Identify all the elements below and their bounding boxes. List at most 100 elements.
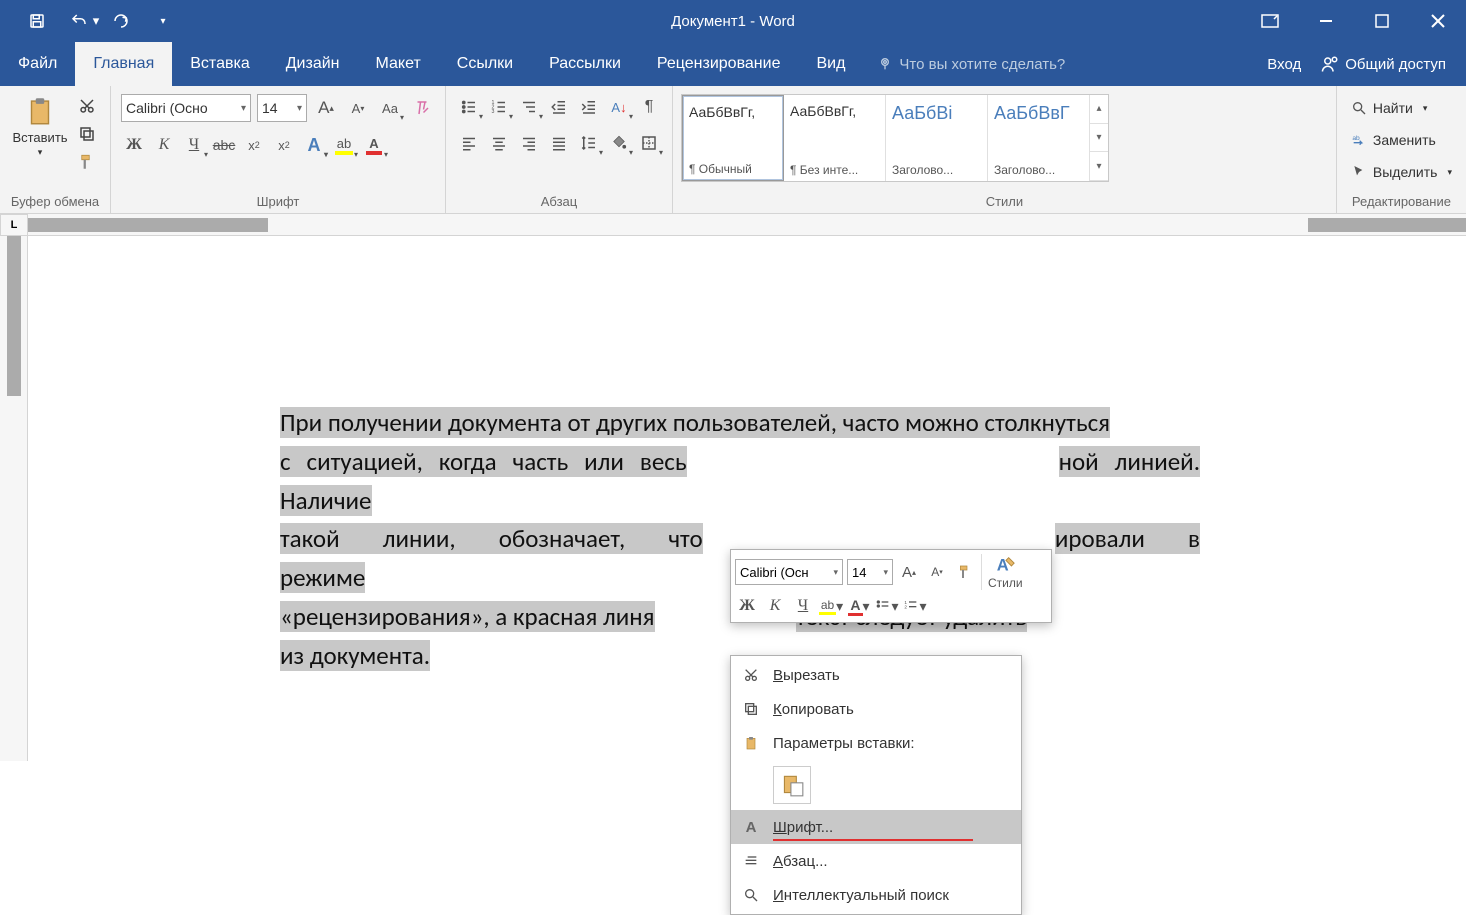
- search-icon: [741, 887, 761, 903]
- align-left-button[interactable]: [456, 130, 482, 156]
- sort-button[interactable]: А↓: [606, 94, 632, 120]
- mini-underline[interactable]: Ч: [791, 594, 815, 618]
- tab-file[interactable]: Файл: [0, 42, 75, 86]
- replace-button[interactable]: ab Заменить: [1351, 126, 1452, 154]
- paste-button[interactable]: Вставить ▾: [8, 90, 72, 158]
- signin-link[interactable]: Вход: [1267, 56, 1301, 73]
- mini-font-color[interactable]: A▾: [847, 594, 871, 618]
- save-button[interactable]: [16, 0, 58, 42]
- ctx-smart-lookup[interactable]: Интеллектуальный поиск: [731, 878, 1021, 912]
- horizontal-ruler[interactable]: [28, 214, 1466, 236]
- increase-indent-button[interactable]: [576, 94, 602, 120]
- font-color-button[interactable]: A: [361, 132, 387, 158]
- paragraph-icon: [741, 853, 761, 869]
- mini-numbering[interactable]: 12▾: [903, 594, 927, 618]
- tab-layout[interactable]: Макет: [358, 42, 439, 86]
- tab-home[interactable]: Главная: [75, 42, 172, 86]
- title-bar: ▾ ▾ Документ1 - Word: [0, 0, 1466, 42]
- paste-keep-source[interactable]: [773, 766, 811, 804]
- clear-formatting-button[interactable]: [409, 95, 435, 121]
- group-clipboard: Вставить ▾ Буфер обмена: [0, 86, 111, 213]
- document-text[interactable]: При получении документа от других пользо…: [280, 404, 1200, 675]
- font-size-combo[interactable]: 14▾: [257, 94, 307, 122]
- tab-design[interactable]: Дизайн: [268, 42, 358, 86]
- tab-references[interactable]: Ссылки: [439, 42, 531, 86]
- group-font: Calibri (Осно▾ 14▾ A▴ A▾ Aa Ж К Ч abc x2…: [111, 86, 446, 213]
- subscript-button[interactable]: x2: [241, 132, 267, 158]
- italic-button[interactable]: К: [151, 132, 177, 158]
- copy-button[interactable]: [74, 122, 100, 146]
- mini-format-painter[interactable]: [953, 560, 977, 584]
- shrink-font-button[interactable]: A▾: [345, 95, 371, 121]
- mini-shrink-font[interactable]: A▾: [925, 560, 949, 584]
- style-item[interactable]: АаБбВвГг,¶ Обычный: [682, 95, 784, 181]
- redo-button[interactable]: [100, 0, 142, 42]
- align-right-button[interactable]: [516, 130, 542, 156]
- document-page[interactable]: При получении документа от других пользо…: [110, 274, 1370, 715]
- borders-button[interactable]: [636, 130, 662, 156]
- svg-text:3: 3: [492, 109, 495, 115]
- format-painter-button[interactable]: [74, 150, 100, 174]
- style-item[interactable]: АаБбВіЗаголово...: [886, 95, 988, 181]
- align-center-button[interactable]: [486, 130, 512, 156]
- tab-selector[interactable]: L: [0, 214, 28, 236]
- tab-insert[interactable]: Вставка: [172, 42, 267, 86]
- minimize-button[interactable]: [1298, 0, 1354, 42]
- select-button[interactable]: Выделить▾: [1351, 158, 1452, 186]
- mini-font-size[interactable]: 14▾: [847, 559, 893, 585]
- mini-bullets[interactable]: ▾: [875, 594, 899, 618]
- bullets-button[interactable]: [456, 94, 482, 120]
- show-marks-button[interactable]: ¶: [636, 94, 662, 120]
- mini-font-name[interactable]: Calibri (Осн▾: [735, 559, 843, 585]
- bold-button[interactable]: Ж: [121, 132, 147, 158]
- undo-dropdown[interactable]: ▾: [92, 0, 100, 42]
- underline-button[interactable]: Ч: [181, 132, 207, 158]
- font-name-combo[interactable]: Calibri (Осно▾: [121, 94, 251, 122]
- tab-mailings[interactable]: Рассылки: [531, 42, 639, 86]
- find-button[interactable]: Найти▾: [1351, 94, 1452, 122]
- share-button[interactable]: Общий доступ: [1321, 55, 1446, 73]
- ctx-copy[interactable]: Копировать: [731, 692, 1021, 726]
- close-button[interactable]: [1410, 0, 1466, 42]
- change-case-button[interactable]: Aa: [377, 95, 403, 121]
- styles-scroll[interactable]: ▴▾▾: [1090, 95, 1108, 181]
- ribbon-display-options[interactable]: [1242, 0, 1298, 42]
- tell-me-search[interactable]: Что вы хотите сделать?: [863, 42, 1065, 86]
- decrease-indent-button[interactable]: [546, 94, 572, 120]
- ctx-font[interactable]: A Шрифт...: [731, 810, 1021, 844]
- vertical-ruler[interactable]: [0, 236, 28, 761]
- group-clipboard-label: Буфер обмена: [8, 192, 102, 211]
- tab-view[interactable]: Вид: [798, 42, 863, 86]
- mini-italic[interactable]: К: [763, 594, 787, 618]
- group-paragraph-label: Абзац: [454, 192, 664, 211]
- grow-font-button[interactable]: A▴: [313, 95, 339, 121]
- ctx-cut[interactable]: Вырезать: [731, 658, 1021, 692]
- share-label: Общий доступ: [1345, 56, 1446, 73]
- group-editing: Найти▾ ab Заменить Выделить▾ Редактирова…: [1337, 86, 1466, 213]
- numbering-button[interactable]: 123: [486, 94, 512, 120]
- maximize-button[interactable]: [1354, 0, 1410, 42]
- justify-button[interactable]: [546, 130, 572, 156]
- strikethrough-button[interactable]: abc: [211, 132, 237, 158]
- text-effects-button[interactable]: A: [301, 132, 327, 158]
- mini-bold[interactable]: Ж: [735, 594, 759, 618]
- styles-gallery[interactable]: АаБбВвГг,¶ ОбычныйАаБбВвГг,¶ Без инте...…: [681, 94, 1109, 182]
- line-spacing-button[interactable]: [576, 130, 602, 156]
- highlight-button[interactable]: ab: [331, 132, 357, 158]
- superscript-button[interactable]: x2: [271, 132, 297, 158]
- group-styles: АаБбВвГг,¶ ОбычныйАаБбВвГг,¶ Без инте...…: [673, 86, 1337, 213]
- cut-button[interactable]: [74, 94, 100, 118]
- multilevel-list-button[interactable]: [516, 94, 542, 120]
- quick-access-toolbar: ▾ ▾: [0, 0, 184, 42]
- mini-highlight[interactable]: ab▾: [819, 594, 843, 618]
- shading-button[interactable]: [606, 130, 632, 156]
- style-item[interactable]: АаБбВвГЗаголово...: [988, 95, 1090, 181]
- copy-icon: [741, 701, 761, 717]
- mini-grow-font[interactable]: A▴: [897, 560, 921, 584]
- ctx-paragraph[interactable]: Абзац...: [731, 844, 1021, 878]
- group-styles-label: Стили: [681, 192, 1328, 211]
- tab-review[interactable]: Рецензирование: [639, 42, 799, 86]
- mini-styles[interactable]: A Стили: [981, 554, 1023, 590]
- qat-customize[interactable]: ▾: [142, 0, 184, 42]
- style-item[interactable]: АаБбВвГг,¶ Без инте...: [784, 95, 886, 181]
